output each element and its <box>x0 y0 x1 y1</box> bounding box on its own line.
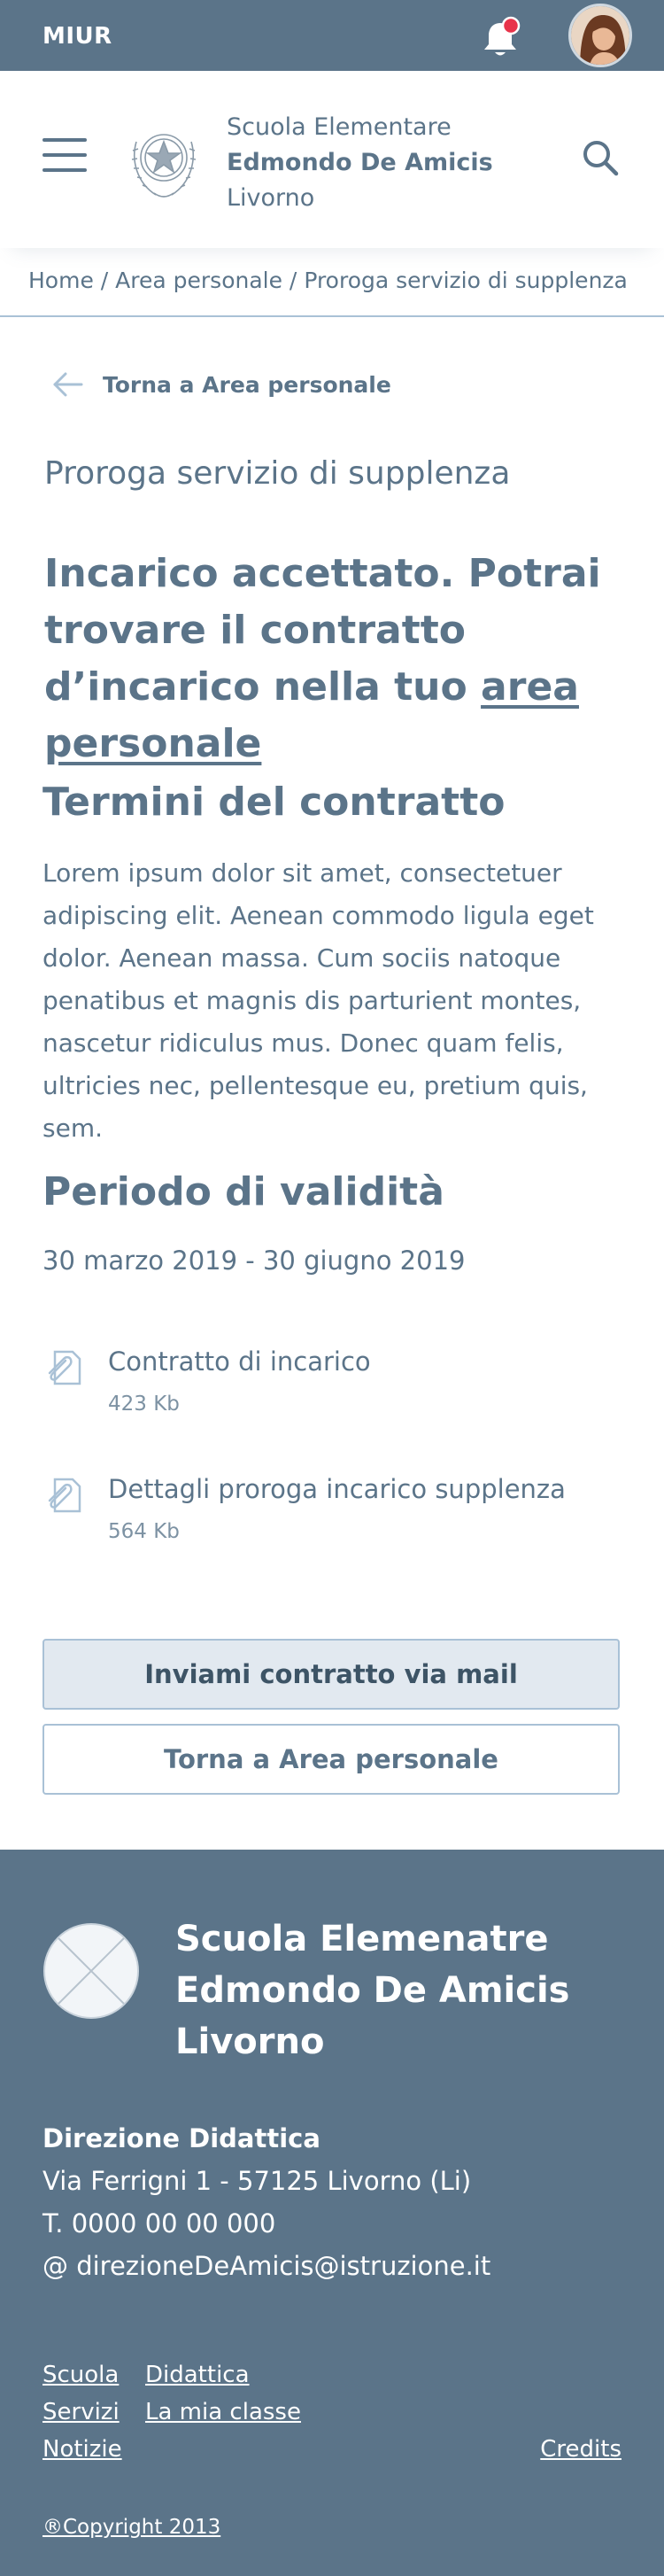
footer-link-scuola[interactable]: Scuola <box>42 2362 119 2388</box>
confirmation-headline: Incarico accettato. Potrai trovare il co… <box>44 546 629 772</box>
footer-address: Via Ferrigni 1 - 57125 Livorno (Li) <box>42 2166 472 2196</box>
breadcrumb-separator: / <box>93 268 116 293</box>
school-type: Scuola Elementare <box>227 113 452 141</box>
hamburger-menu-icon[interactable] <box>42 138 87 174</box>
validity-title: Periodo di validità <box>42 1169 444 1214</box>
notification-dot <box>501 16 521 35</box>
paperclip-icon <box>48 1478 81 1513</box>
breadcrumb: Home / Area personale / Proroga servizio… <box>28 268 628 293</box>
send-contract-email-button[interactable]: Inviami contratto via mail <box>42 1639 620 1710</box>
attachment-item[interactable]: Contratto di incarico 423 Kb <box>42 1346 574 1426</box>
attachment-name: Contratto di incarico <box>108 1346 371 1377</box>
back-link-label: Torna a Area personale <box>103 371 391 398</box>
bell-icon[interactable] <box>478 16 522 60</box>
footer-title-line: Edmondo De Amicis <box>175 1970 570 2011</box>
footer-link-credits[interactable]: Credits <box>540 2436 622 2463</box>
back-link[interactable]: Torna a Area personale <box>50 367 391 402</box>
arrow-left-icon <box>53 372 83 397</box>
footer-email: @ direzioneDeAmicis@istruzione.it <box>42 2251 491 2281</box>
footer-link-servizi[interactable]: Servizi <box>42 2399 120 2425</box>
attachment-name: Dettagli proroga incarico supplenza <box>108 1474 566 1504</box>
attachment-size: 564 Kb <box>108 1520 180 1543</box>
footer-link-didattica[interactable]: Didattica <box>145 2362 250 2388</box>
terms-title: Termini del contratto <box>42 780 506 825</box>
footer-title-line: Livorno <box>175 2021 325 2062</box>
breadcrumb-separator: / <box>282 268 305 293</box>
page-subtitle: Proroga servizio di supplenza <box>44 455 511 492</box>
ministry-brand[interactable]: MIUR <box>42 23 112 50</box>
attachment-item[interactable]: Dettagli proroga incarico supplenza 564 … <box>42 1474 574 1554</box>
republic-emblem-icon[interactable] <box>124 115 204 202</box>
breadcrumb-area-personale[interactable]: Area personale <box>115 268 282 293</box>
footer-title-line: Scuola Elemenatre <box>175 1919 549 1959</box>
school-city: Livorno <box>227 184 315 212</box>
terms-text: Lorem ipsum dolor sit amet, consectetuer… <box>42 858 594 1143</box>
school-name[interactable]: Scuola Elementare Edmondo De Amicis Livo… <box>227 110 493 216</box>
paperclip-icon <box>48 1350 81 1385</box>
footer-link-notizie[interactable]: Notizie <box>42 2436 122 2463</box>
footer-link-la-mia-classe[interactable]: La mia classe <box>145 2399 301 2425</box>
copyright: ®Copyright 2013 <box>42 2516 221 2539</box>
site-footer: Scuola Elemenatre Edmondo De Amicis Livo… <box>0 1850 664 2576</box>
search-icon[interactable] <box>581 138 620 177</box>
breadcrumb-home[interactable]: Home <box>28 268 94 293</box>
breadcrumb-current: Proroga servizio di supplenza <box>304 268 628 293</box>
back-to-area-button[interactable]: Torna a Area personale <box>42 1724 620 1795</box>
attachment-size: 423 Kb <box>108 1393 180 1416</box>
site-header: Scuola Elementare Edmondo De Amicis Livo… <box>0 71 664 248</box>
breadcrumb-divider <box>0 315 664 317</box>
footer-contacts: Direzione Didattica Via Ferrigni 1 - 571… <box>42 2117 490 2287</box>
school-title: Edmondo De Amicis <box>227 149 493 176</box>
footer-phone: T. 0000 00 00 000 <box>42 2208 276 2238</box>
user-avatar[interactable] <box>568 4 632 67</box>
top-bar: MIUR <box>0 0 664 71</box>
footer-direction: Direzione Didattica <box>42 2123 320 2153</box>
validity-dates: 30 marzo 2019 - 30 giugno 2019 <box>42 1245 466 1276</box>
logo-placeholder-icon[interactable] <box>42 1922 140 2020</box>
footer-school-name: Scuola Elemenatre Edmondo De Amicis Livo… <box>175 1913 636 2068</box>
